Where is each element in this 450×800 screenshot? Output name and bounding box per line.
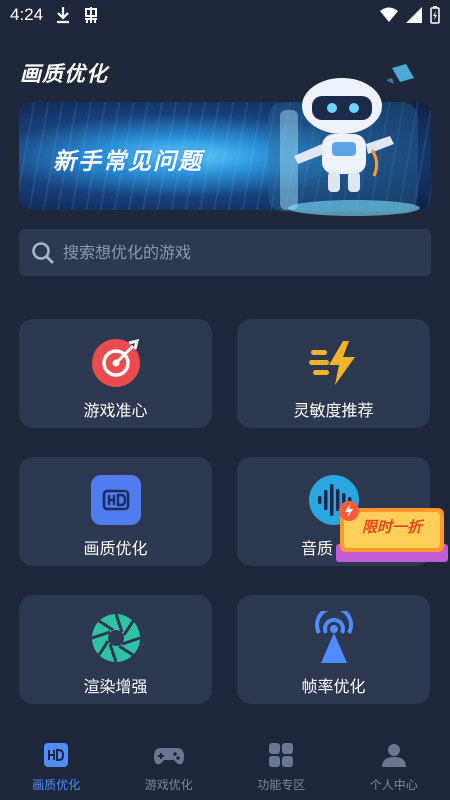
wifi-icon (380, 7, 398, 22)
promo-badge[interactable]: 限时一折 (334, 500, 448, 564)
nav-item-image-quality[interactable]: 画质优化 (0, 732, 113, 800)
signal-tower-icon (314, 611, 353, 663)
card-label: 画质优化 (83, 539, 148, 558)
gamepad-icon (153, 748, 184, 765)
nav-label: 画质优化 (32, 778, 81, 792)
nav-item-game-optimize[interactable]: 游戏优化 (113, 732, 226, 800)
card-label: 帧率优化 (301, 677, 366, 696)
search-icon (32, 241, 54, 264)
aperture-icon (91, 613, 140, 663)
nav-item-features[interactable]: 功能专区 (225, 732, 338, 800)
nav-label: 个人中心 (369, 778, 418, 792)
promo-text: 限时一折 (361, 518, 422, 536)
card-label: 渲染增强 (83, 677, 148, 696)
battery-icon (430, 6, 440, 24)
robot-mascot-icon (268, 78, 420, 216)
page-title: 画质优化 (20, 62, 108, 86)
nav-label: 游戏优化 (144, 778, 193, 792)
card-label: 游戏准心 (83, 401, 148, 420)
search-input[interactable] (63, 243, 403, 262)
card-frame-rate[interactable]: 帧率优化 (237, 595, 430, 704)
card-render-enhance[interactable]: 渲染增强 (19, 595, 212, 704)
lightning-bolt-icon (308, 341, 355, 385)
search-bar[interactable] (19, 229, 431, 276)
banner-title: 新手常见问题 (53, 149, 203, 175)
bug-icon (85, 7, 98, 23)
crosshair-target-icon (91, 338, 140, 387)
card-sensitivity[interactable]: 灵敏度推荐 (237, 319, 430, 428)
nav-label: 功能专区 (257, 778, 306, 792)
hd-icon (44, 743, 69, 767)
person-icon (381, 744, 406, 767)
cell-signal-icon (406, 7, 422, 23)
status-time: 4:24 (10, 5, 44, 24)
grid-icon (269, 743, 294, 767)
card-game-crosshair[interactable]: 游戏准心 (19, 319, 212, 428)
card-label: 灵敏度推荐 (293, 401, 374, 420)
hd-icon (90, 475, 141, 525)
status-bar: 4:24 (0, 0, 450, 30)
download-icon (57, 7, 70, 24)
nav-item-profile[interactable]: 个人中心 (338, 732, 450, 800)
bottom-nav: 画质优化 游戏优化 功能专区 个人中心 (0, 732, 450, 800)
card-image-quality[interactable]: 画质优化 (19, 457, 212, 566)
